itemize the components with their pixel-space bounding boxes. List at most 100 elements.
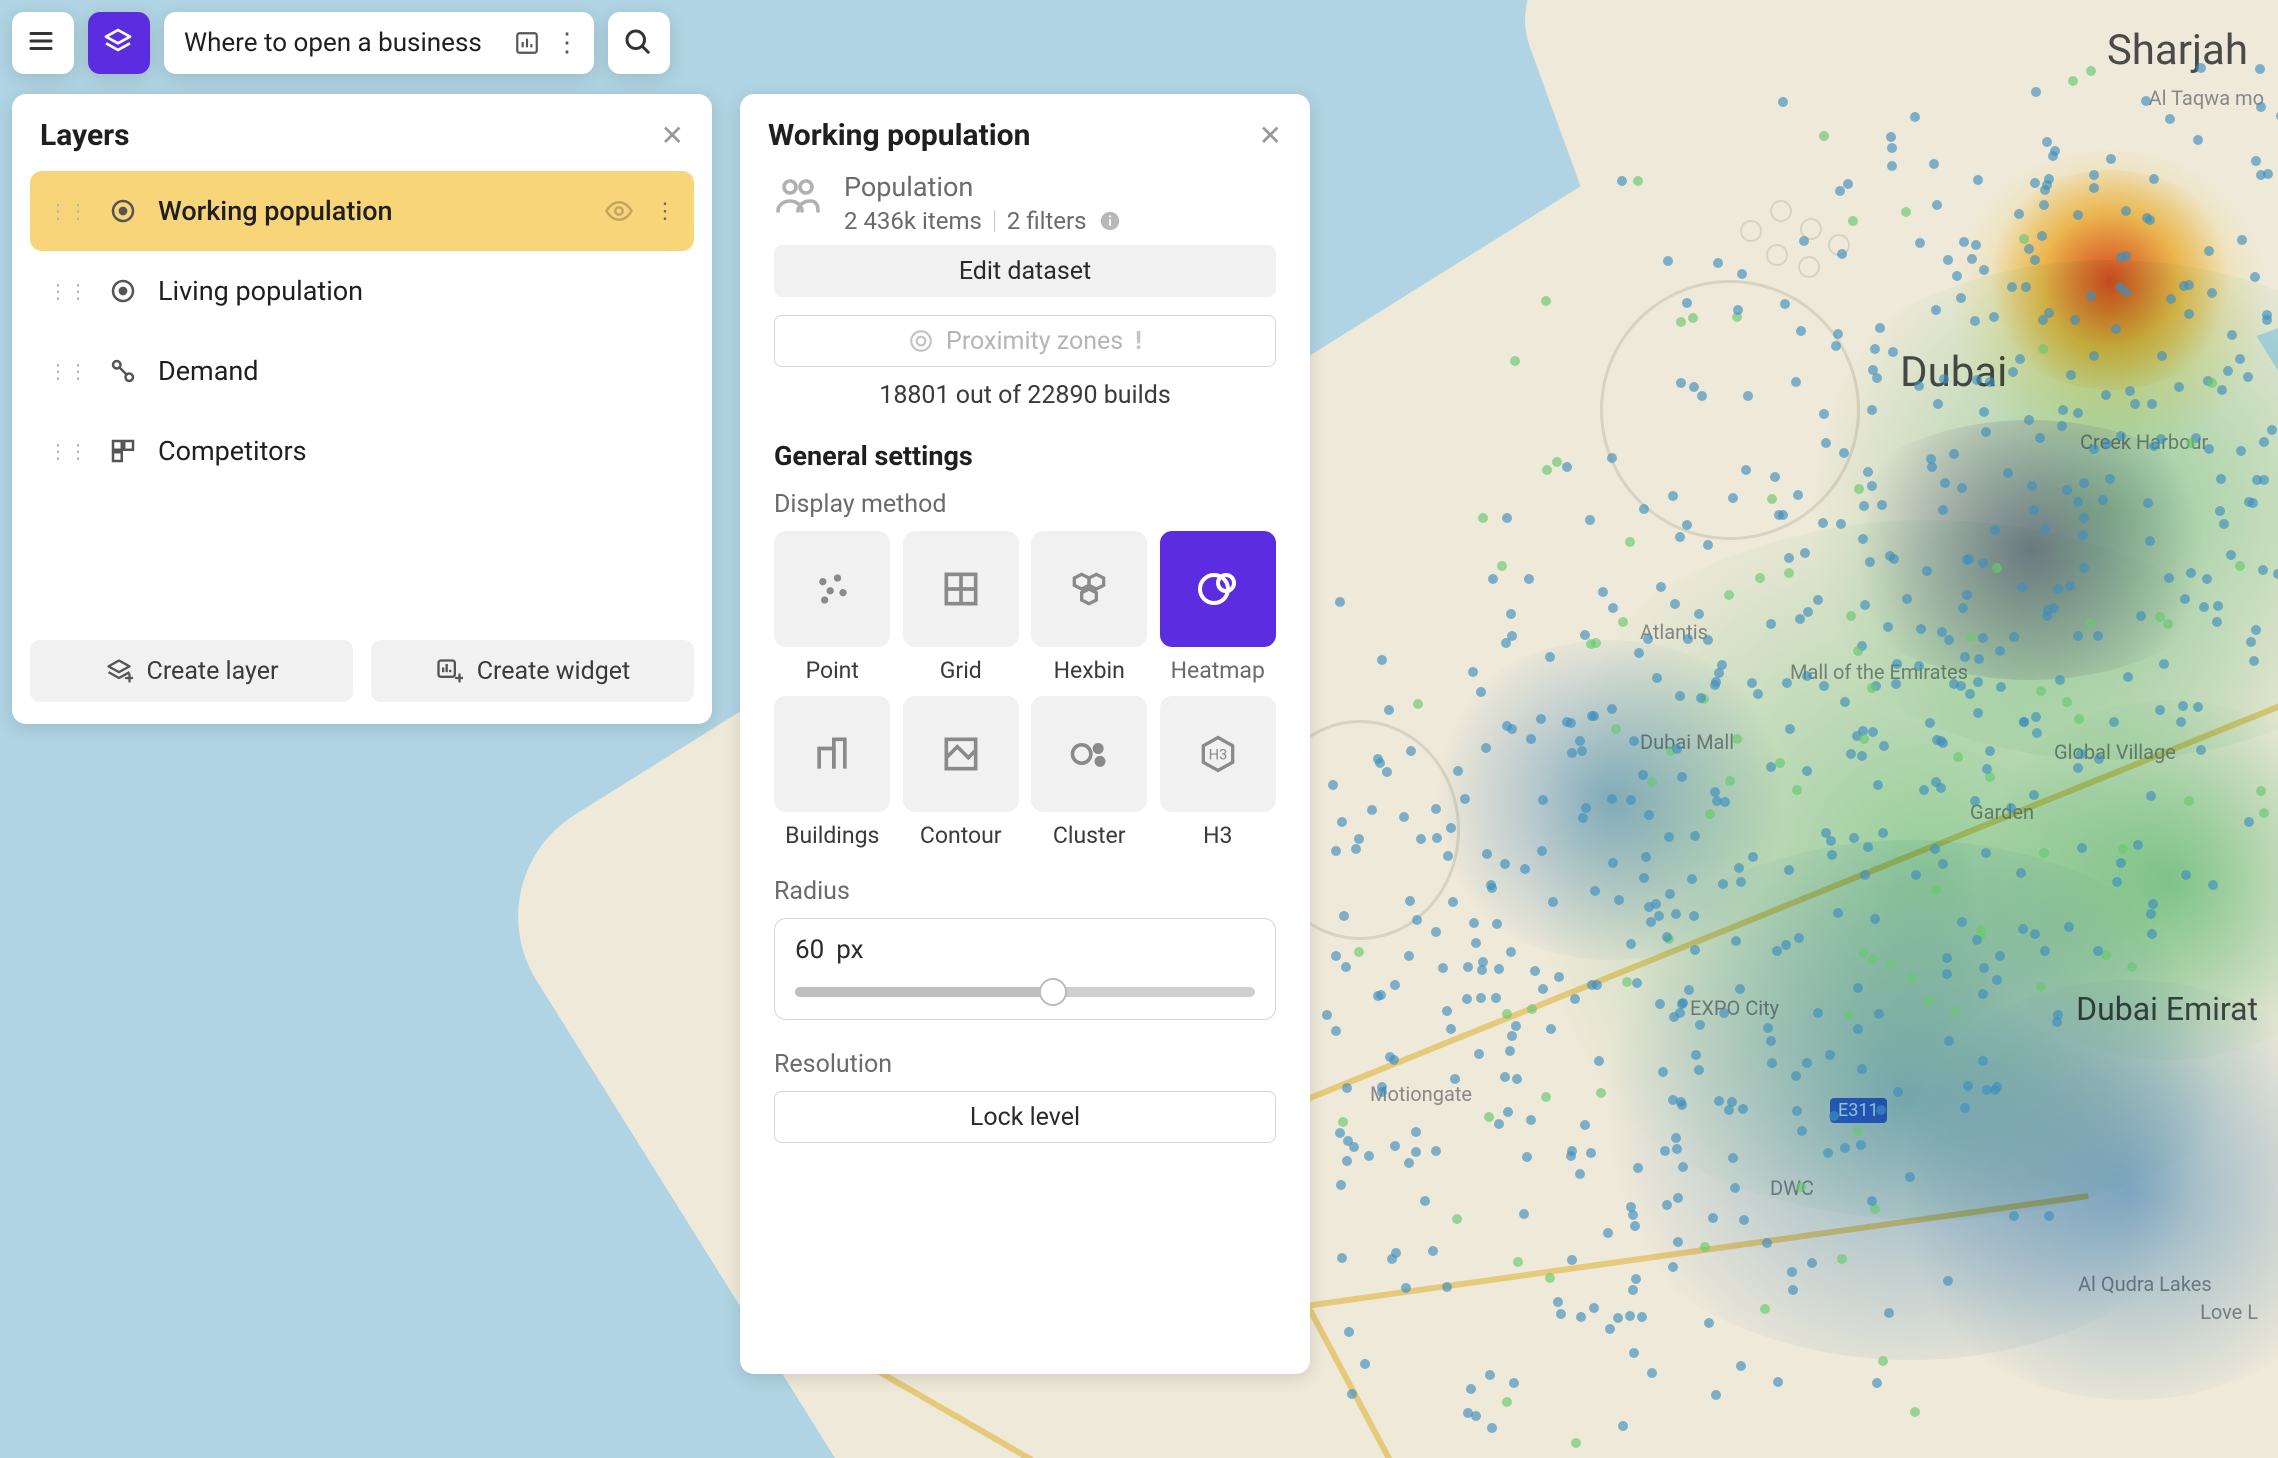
map-label-dubai-emirates: Dubai Emirat [2076, 990, 2258, 1028]
layers-panel-title: Layers [40, 118, 130, 153]
map-label-dubai: Dubai [1900, 348, 2007, 397]
target-icon [108, 196, 138, 226]
layer-name: Competitors [158, 435, 676, 467]
proximity-zones-button[interactable]: Proximity zones ! [774, 315, 1276, 367]
edit-dataset-button[interactable]: Edit dataset [774, 245, 1276, 297]
chart-icon[interactable] [514, 30, 540, 56]
layer-row-living-population[interactable]: ⋮⋮ Living population [30, 251, 694, 331]
map-label-altaqwa: Al Taqwa mo [2149, 86, 2264, 110]
search-button[interactable] [608, 12, 670, 74]
close-icon[interactable]: ✕ [1259, 122, 1282, 150]
layer-row-competitors[interactable]: ⋮⋮ Competitors [30, 411, 694, 491]
layer-name: Working population [158, 195, 584, 227]
lock-level-label: Lock level [970, 1103, 1080, 1132]
map-label-expo: EXPO City [1690, 996, 1779, 1020]
drag-handle-icon[interactable]: ⋮⋮ [48, 439, 88, 463]
create-layer-button[interactable]: Create layer [30, 640, 353, 702]
drag-handle-icon[interactable]: ⋮⋮ [48, 279, 88, 303]
dataset-name: Population [844, 171, 1121, 203]
layers-icon [102, 26, 136, 60]
proximity-zones-label: Proximity zones [946, 327, 1123, 356]
layer-row-demand[interactable]: ⋮⋮ Demand [30, 331, 694, 411]
grid-icon [108, 436, 138, 466]
display-method-hexbin[interactable] [1031, 531, 1147, 647]
kebab-icon[interactable]: ⋮ [554, 30, 580, 56]
display-method-buildings-label: Buildings [785, 822, 879, 849]
create-layer-label: Create layer [147, 657, 279, 686]
display-method-cluster-label: Cluster [1053, 822, 1126, 849]
grid-icon [939, 567, 983, 611]
resolution-label: Resolution [774, 1050, 1276, 1079]
display-method-h3[interactable]: H3 [1160, 696, 1276, 812]
warning-icon: ! [1135, 327, 1142, 356]
display-method-hexbin-label: Hexbin [1054, 657, 1125, 684]
general-settings-heading: General settings [774, 440, 1276, 472]
display-method-h3-label: H3 [1203, 822, 1232, 849]
map-label-mall-emirates: Mall of the Emirates [1790, 660, 1968, 684]
drag-handle-icon[interactable]: ⋮⋮ [48, 359, 88, 383]
display-method-buildings[interactable] [774, 696, 890, 812]
layers-toggle-button[interactable] [88, 12, 150, 74]
people-icon [774, 171, 822, 219]
display-method-contour-label: Contour [920, 822, 1002, 849]
info-icon[interactable] [1099, 210, 1121, 232]
display-method-contour[interactable] [903, 696, 1019, 812]
display-method-grid-label: Grid [940, 657, 982, 684]
target-icon [908, 328, 934, 354]
dataset-filters-count: 2 filters [1007, 207, 1087, 235]
create-widget-label: Create widget [477, 657, 630, 686]
widget-add-icon [435, 657, 463, 685]
close-icon[interactable]: ✕ [661, 122, 684, 150]
display-method-cluster[interactable] [1031, 696, 1147, 812]
divider [994, 210, 995, 232]
display-method-point-label: Point [806, 657, 859, 684]
display-method-heatmap[interactable] [1160, 531, 1276, 647]
edit-dataset-label: Edit dataset [959, 257, 1091, 286]
h3-icon: H3 [1196, 732, 1240, 776]
map-label-alqudra: Al Qudra Lakes [2078, 1272, 2212, 1296]
radius-control: 60 px [774, 918, 1276, 1020]
project-title[interactable]: Where to open a business [184, 28, 500, 58]
display-method-grid[interactable] [903, 531, 1019, 647]
map-label-e311: E311 [1830, 1098, 1887, 1123]
layer-settings-panel: Working population ✕ Population 2 436k i… [740, 94, 1310, 1374]
map-label-garden: Garden [1970, 800, 2034, 824]
layer-name: Demand [158, 355, 676, 387]
project-title-bar: Where to open a business ⋮ [164, 12, 594, 74]
slider-thumb[interactable] [1039, 978, 1067, 1006]
dataset-items-count: 2 436k items [844, 207, 982, 235]
display-method-label: Display method [774, 490, 1276, 519]
hexbin-icon [1067, 567, 1111, 611]
lock-level-button[interactable]: Lock level [774, 1091, 1276, 1143]
layers-add-icon [105, 657, 133, 685]
radius-slider[interactable] [795, 987, 1255, 997]
map-label-love: Love L [2200, 1300, 2258, 1324]
cluster-icon [1067, 732, 1111, 776]
radius-value[interactable]: 60 [795, 935, 824, 965]
settings-panel-title: Working population [768, 118, 1030, 153]
map-label-motiongate: Motiongate [1370, 1082, 1472, 1106]
contour-icon [939, 732, 983, 776]
radius-unit: px [836, 935, 863, 965]
search-icon [622, 26, 656, 60]
create-widget-button[interactable]: Create widget [371, 640, 694, 702]
target-icon [108, 276, 138, 306]
builds-count: 18801 out of 22890 builds [774, 381, 1276, 410]
map-label-global-village: Global Village [2054, 740, 2176, 764]
links-icon [108, 356, 138, 386]
drag-handle-icon[interactable]: ⋮⋮ [48, 199, 88, 223]
map-label-dwc: DWC [1770, 1176, 1814, 1200]
display-method-point[interactable] [774, 531, 890, 647]
hamburger-icon [26, 26, 60, 60]
visibility-icon[interactable] [604, 196, 634, 226]
heatmap-icon [1194, 565, 1242, 613]
kebab-icon[interactable]: ⋮ [654, 199, 676, 224]
map-label-creek: Creek Harbour [2080, 430, 2208, 454]
svg-text:H3: H3 [1208, 746, 1227, 764]
menu-button[interactable] [12, 12, 74, 74]
layer-row-working-population[interactable]: ⋮⋮ Working population ⋮ [30, 171, 694, 251]
map-label-sharjah: Sharjah [2107, 26, 2248, 75]
map-label-atlantis: Atlantis [1640, 620, 1708, 644]
layer-name: Living population [158, 275, 676, 307]
display-method-heatmap-label: Heatmap [1171, 657, 1265, 684]
